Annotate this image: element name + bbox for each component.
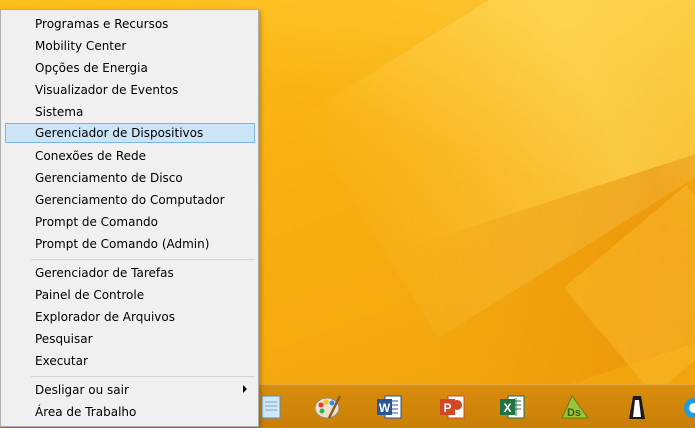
menu-item-system[interactable]: Sistema <box>5 102 255 122</box>
menu-item-device-manager[interactable]: Gerenciador de Dispositivos <box>5 123 255 143</box>
wallpaper-ray <box>563 184 695 396</box>
menu-item-power-options[interactable]: Opções de Energia <box>5 58 255 78</box>
app-icon[interactable] <box>622 392 652 422</box>
menu-item-shutdown-signout[interactable]: Desligar ou sair <box>5 380 255 400</box>
menu-separator <box>31 259 255 260</box>
menu-item-computer-management[interactable]: Gerenciamento do Computador <box>5 190 255 210</box>
menu-item-desktop[interactable]: Área de Trabalho <box>5 402 255 422</box>
powerpoint-icon[interactable]: P <box>438 392 468 422</box>
menu-item-event-viewer[interactable]: Visualizador de Eventos <box>5 80 255 100</box>
word-icon[interactable]: W <box>375 392 405 422</box>
submenu-arrow-icon <box>243 385 247 393</box>
menu-item-run[interactable]: Executar <box>5 351 255 371</box>
wallpaper-ray <box>402 119 695 421</box>
menu-item-command-prompt[interactable]: Prompt de Comando <box>5 212 255 232</box>
notepad-icon[interactable] <box>258 392 288 422</box>
menu-item-network-connections[interactable]: Conexões de Rede <box>5 146 255 166</box>
menu-item-search[interactable]: Pesquisar <box>5 329 255 349</box>
excel-letter: X <box>503 401 511 415</box>
wallpaper-ray <box>300 0 695 339</box>
winx-power-user-menu: Programas e Recursos Mobility Center Opç… <box>0 9 259 427</box>
excel-icon[interactable]: X <box>498 392 528 422</box>
menu-item-programs-features[interactable]: Programas e Recursos <box>5 14 255 34</box>
menu-item-disk-management[interactable]: Gerenciamento de Disco <box>5 168 255 188</box>
menu-item-control-panel[interactable]: Painel de Controle <box>5 285 255 305</box>
internet-explorer-icon[interactable] <box>680 392 695 422</box>
paint-icon[interactable] <box>313 392 343 422</box>
powerpoint-letter: P <box>443 401 451 415</box>
menu-separator <box>31 376 255 377</box>
menu-item-label: Desligar ou sair <box>35 383 129 397</box>
dreamweaver-letters: Ds <box>567 407 581 419</box>
menu-item-file-explorer[interactable]: Explorador de Arquivos <box>5 307 255 327</box>
menu-item-mobility-center[interactable]: Mobility Center <box>5 36 255 56</box>
word-letter: W <box>379 401 391 415</box>
menu-item-command-prompt-admin[interactable]: Prompt de Comando (Admin) <box>5 234 255 254</box>
menu-item-task-manager[interactable]: Gerenciador de Tarefas <box>5 263 255 283</box>
dreamweaver-icon[interactable]: Ds <box>560 392 590 422</box>
